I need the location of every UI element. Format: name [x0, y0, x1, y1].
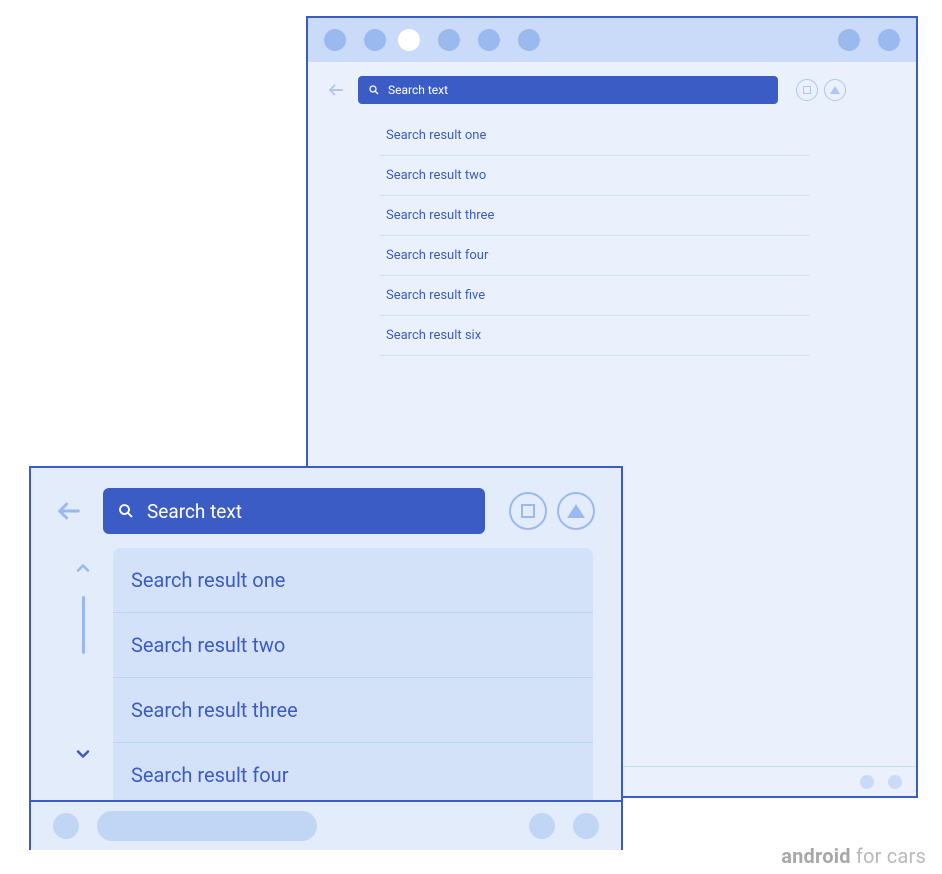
- triangle-up-icon: [830, 86, 840, 94]
- bottom-bar: [31, 800, 621, 850]
- search-icon: [368, 84, 380, 96]
- search-result-item[interactable]: Search result six: [380, 316, 810, 356]
- up-button[interactable]: [824, 79, 846, 101]
- chevron-down-icon[interactable]: [73, 744, 93, 764]
- search-icon: [117, 502, 135, 520]
- search-result-item[interactable]: Search result four: [113, 743, 593, 808]
- bottom-bar-item[interactable]: [573, 813, 599, 839]
- search-result-item[interactable]: Search result one: [380, 116, 810, 156]
- tab-item[interactable]: [438, 29, 460, 51]
- bottom-bar-item[interactable]: [53, 813, 79, 839]
- tab-item[interactable]: [478, 29, 500, 51]
- search-placeholder: Search text: [147, 500, 242, 523]
- triangle-up-icon: [567, 504, 585, 518]
- bottom-bar-item[interactable]: [529, 813, 555, 839]
- tab-item[interactable]: [518, 29, 540, 51]
- search-result-item[interactable]: Search result two: [113, 613, 593, 678]
- stop-button[interactable]: [796, 79, 818, 101]
- search-result-item[interactable]: Search result four: [380, 236, 810, 276]
- search-placeholder: Search text: [388, 83, 448, 97]
- watermark: android for cars: [781, 844, 926, 868]
- stop-icon: [521, 504, 535, 518]
- up-button[interactable]: [557, 492, 595, 530]
- tab-item[interactable]: [878, 29, 900, 51]
- search-input[interactable]: Search text: [358, 76, 778, 104]
- bottom-bar-item[interactable]: [860, 775, 874, 789]
- bottom-bar-pill[interactable]: [97, 811, 317, 841]
- tab-bar: [308, 18, 916, 62]
- scroll-thumb[interactable]: [82, 596, 85, 654]
- tab-item-active[interactable]: [398, 29, 420, 51]
- search-result-item[interactable]: Search result two: [380, 156, 810, 196]
- tab-item[interactable]: [364, 29, 386, 51]
- search-input[interactable]: Search text: [103, 488, 485, 534]
- stop-button[interactable]: [509, 492, 547, 530]
- search-results-list: Search result one Search result two Sear…: [380, 116, 810, 356]
- watermark-brand: android: [781, 844, 850, 868]
- tab-item[interactable]: [324, 29, 346, 51]
- back-arrow-icon[interactable]: [53, 495, 85, 527]
- search-result-item[interactable]: Search result five: [380, 276, 810, 316]
- watermark-suffix: for cars: [851, 844, 926, 868]
- search-header: Search text: [31, 468, 621, 548]
- search-result-item[interactable]: Search result three: [113, 678, 593, 743]
- tab-item[interactable]: [838, 29, 860, 51]
- window-small: Search text Search result one Search res…: [29, 466, 623, 850]
- stop-icon: [803, 86, 811, 94]
- search-result-item[interactable]: Search result one: [113, 548, 593, 613]
- bottom-bar-item[interactable]: [888, 775, 902, 789]
- scroll-indicator: [53, 548, 113, 808]
- chevron-up-icon[interactable]: [73, 558, 93, 578]
- back-arrow-icon[interactable]: [326, 80, 346, 100]
- search-results-list: Search result one Search result two Sear…: [113, 548, 593, 808]
- search-header: Search text: [308, 62, 916, 112]
- search-result-item[interactable]: Search result three: [380, 196, 810, 236]
